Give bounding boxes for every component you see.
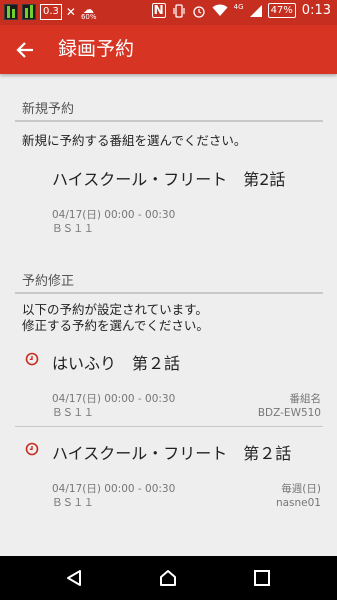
alarm-clock-icon — [25, 352, 39, 366]
program-datetime: 04/17(日) 00:00 - 00:30 — [52, 209, 176, 221]
vibrate-icon — [173, 3, 185, 18]
nav-recents-button[interactable] — [250, 566, 274, 590]
back-button[interactable] — [12, 37, 38, 63]
edit-section-info-line1: 以下の予約が設定されています。 — [22, 302, 208, 317]
app-bar: 録画予約 — [0, 25, 337, 74]
signal-icon — [249, 5, 262, 17]
nav-home-button[interactable] — [156, 566, 180, 590]
home-icon — [160, 570, 176, 586]
reservation-channel: ＢＳ１１ — [52, 407, 94, 419]
alarm-clock-icon — [25, 442, 39, 456]
weather-percent: 60% — [80, 13, 97, 21]
data-usage-badge: 0.3 — [40, 4, 62, 20]
reservation-device: BDZ-EW510 — [257, 407, 321, 419]
section-header-edit: 予約修正 — [22, 274, 75, 289]
reservation-title: はいふり 第２話 — [52, 354, 181, 373]
status-clock: 0:13 — [301, 3, 331, 18]
bird-icon: ✕ — [65, 5, 76, 19]
nfc-icon: N — [151, 3, 166, 18]
wifi-icon — [212, 4, 228, 16]
reservation-channel: ＢＳ１１ — [52, 497, 94, 509]
program-channel: ＢＳ１１ — [52, 223, 94, 235]
weather-icon: ☁ 60% — [80, 3, 97, 21]
new-section-info: 新規に予約する番組を選んでください。 — [22, 133, 247, 148]
reservation-tag: 番組名 — [289, 393, 322, 405]
program-title: ハイスクール・フリート 第2話 — [52, 170, 286, 189]
level-meter-icon — [22, 4, 36, 20]
reservation-datetime: 04/17(日) 00:00 - 00:30 — [52, 483, 176, 495]
status-bar: 0.3 ✕ ☁ 60% N 4G 47% 0:13 — [0, 0, 337, 25]
section-divider — [15, 120, 323, 122]
arrow-left-icon — [16, 42, 33, 58]
edit-section-info-line2: 修正する予約を選んでください。 — [22, 318, 209, 333]
reservation-title: ハイスクール・フリート 第２話 — [52, 444, 292, 463]
nav-back-button[interactable] — [62, 566, 86, 590]
page-title: 録画予約 — [58, 38, 135, 60]
network-type-label: 4G — [233, 2, 244, 11]
section-divider — [15, 292, 323, 294]
row-divider — [15, 426, 323, 427]
section-header-new: 新規予約 — [22, 102, 75, 117]
triangle-back-icon — [67, 570, 81, 586]
reservation-tag: 毎週(日) — [281, 483, 321, 495]
reservation-datetime: 04/17(日) 00:00 - 00:30 — [52, 393, 176, 405]
level-meter-icon — [4, 4, 18, 20]
battery-indicator: 47% — [267, 3, 296, 18]
navigation-bar — [0, 556, 337, 600]
reservation-device: nasne01 — [275, 497, 321, 509]
square-recents-icon — [254, 570, 270, 586]
alarm-clock-icon — [193, 5, 205, 18]
